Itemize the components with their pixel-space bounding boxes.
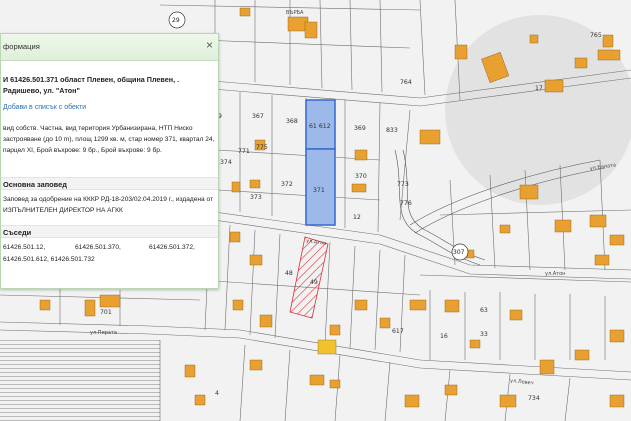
svg-text:ул.Пирата: ул.Пирата — [90, 330, 117, 336]
yellow-building — [317, 339, 337, 355]
svg-text:29: 29 — [172, 17, 180, 24]
neighbor-link[interactable]: 61426.501.370, — [75, 244, 121, 251]
svg-text:617: 617 — [392, 328, 404, 335]
svg-text:63: 63 — [480, 307, 488, 314]
svg-text:4: 4 — [215, 390, 219, 397]
panel-header: формация × — [1, 34, 218, 61]
svg-text:734: 734 — [528, 395, 540, 402]
svg-text:17: 17 — [535, 85, 543, 92]
svg-text:367: 367 — [252, 113, 264, 120]
svg-text:370: 370 — [355, 173, 367, 180]
circled-marker-29[interactable]: 29 — [168, 11, 186, 29]
svg-text:368: 368 — [286, 118, 298, 125]
svg-text:701: 701 — [100, 309, 112, 316]
panel-header-title: формация — [3, 42, 40, 51]
neighbors-heading: Съседи — [1, 225, 218, 238]
close-icon[interactable]: × — [206, 39, 213, 51]
svg-text:49: 49 — [310, 279, 318, 286]
svg-text:776: 776 — [400, 200, 412, 207]
svg-text:833: 833 — [386, 127, 398, 134]
svg-text:771: 771 — [238, 148, 250, 155]
svg-text:764: 764 — [400, 79, 412, 86]
svg-text:48: 48 — [285, 270, 293, 277]
svg-text:369: 369 — [354, 125, 366, 132]
svg-text:16: 16 — [440, 333, 448, 340]
hatched-area — [0, 340, 160, 421]
svg-text:61 612: 61 612 — [309, 123, 331, 130]
parcel-title: И 61426.501.371 област Плевен, община Пл… — [3, 75, 180, 95]
svg-text:372: 372 — [281, 181, 293, 188]
svg-text:373: 373 — [250, 194, 262, 201]
svg-text:374: 374 — [220, 159, 232, 166]
svg-text:ул.Атон: ул.Атон — [545, 271, 565, 277]
svg-text:371: 371 — [313, 187, 325, 194]
svg-text:ВЪРБА: ВЪРБА — [286, 10, 304, 16]
svg-text:765: 765 — [590, 32, 602, 39]
svg-text:773: 773 — [397, 181, 409, 188]
svg-text:33: 33 — [480, 331, 488, 338]
neighbor-link[interactable]: 61426.501.12, — [3, 244, 45, 251]
neighbor-link[interactable]: 61426.501.612, 61426.501.732 — [3, 256, 95, 263]
neighbor-link[interactable]: 61426.501.372, — [149, 244, 195, 251]
svg-text:775: 775 — [256, 144, 268, 151]
order-heading: Основна заповед — [1, 177, 218, 190]
parcel-description: вид собств. Частна, вид територия Урбани… — [3, 125, 215, 154]
svg-text:12: 12 — [353, 214, 361, 221]
info-panel: формация × И 61426.501.371 област Плевен… — [0, 33, 219, 289]
svg-text:307: 307 — [453, 249, 465, 256]
order-text: Заповед за одобрение на КККР РД-18-203/0… — [3, 196, 214, 214]
add-to-list-link[interactable]: Добави в списък с обекти — [3, 104, 86, 111]
circled-marker-307[interactable]: 307 — [451, 243, 469, 261]
